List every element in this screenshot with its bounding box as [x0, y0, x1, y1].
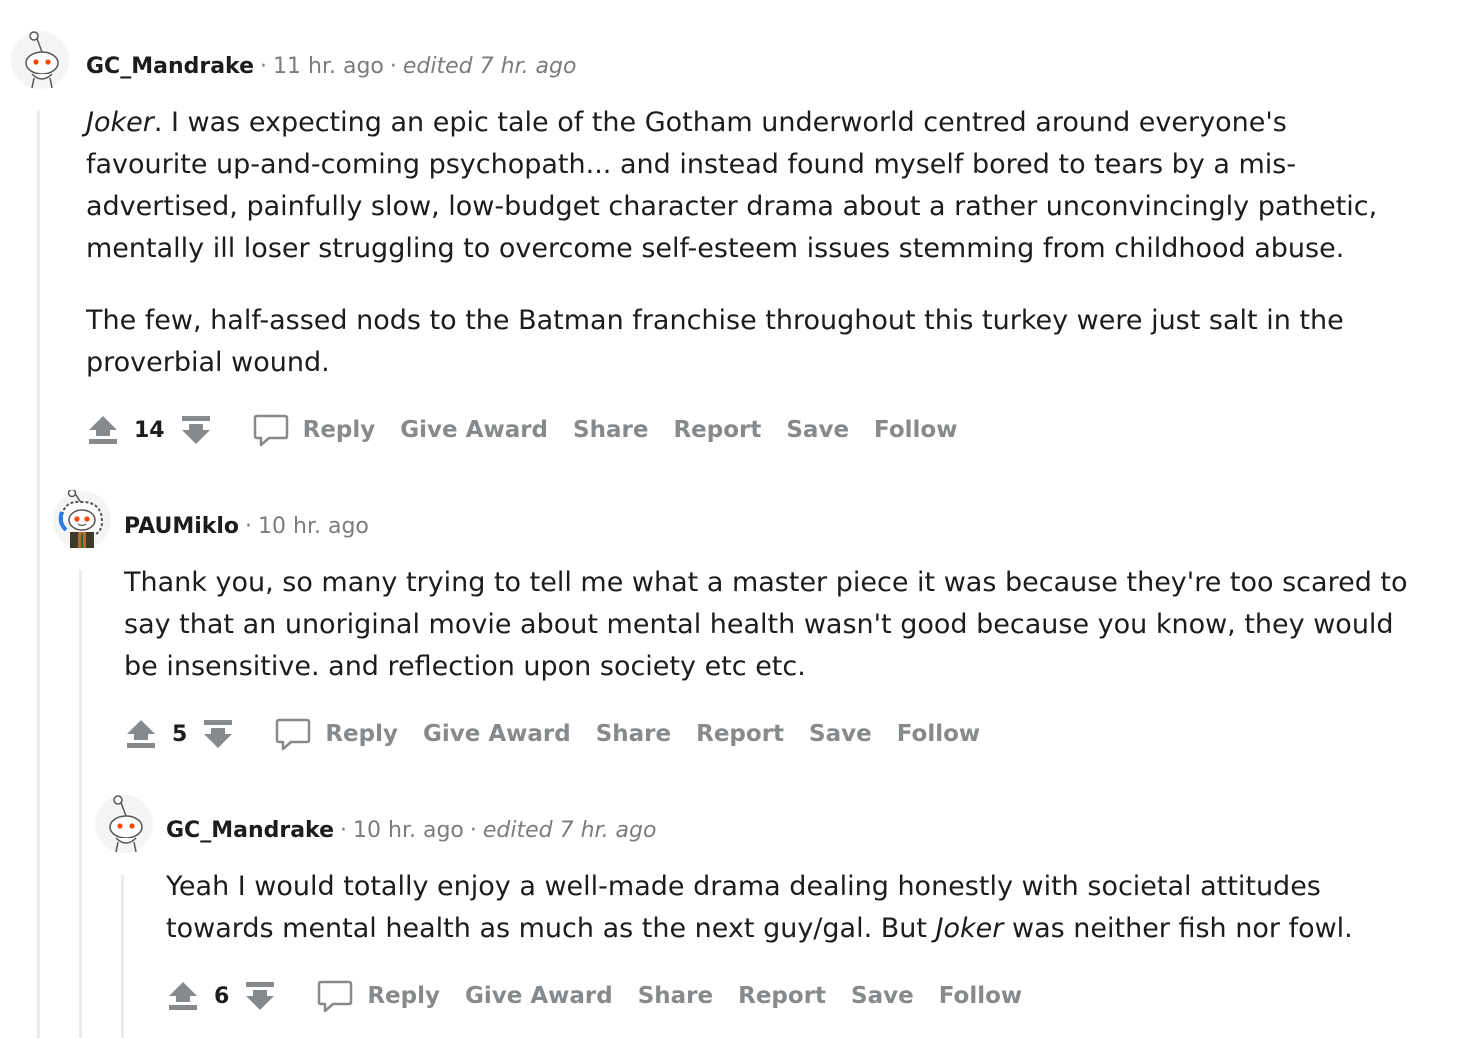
reply-label: Reply [325, 721, 398, 747]
comment-body: Joker. I was expecting an epic tale of t… [86, 102, 1416, 414]
save-button[interactable]: Save [851, 983, 914, 1009]
vote-score: 6 [214, 983, 230, 1009]
vote-control: 6 [166, 979, 277, 1013]
follow-button[interactable]: Follow [939, 983, 1022, 1009]
give-award-button[interactable]: Give Award [400, 417, 548, 443]
reply-label: Reply [367, 983, 440, 1009]
comment-body: Yeah I would totally enjoy a well-made d… [166, 866, 1426, 980]
upvote-arrow-icon[interactable] [86, 413, 120, 447]
comment-meta: GC_Mandrake · 10 hr. ago · edited 7 hr. ago [166, 818, 656, 843]
reply-button[interactable]: Reply [273, 714, 398, 754]
save-button[interactable]: Save [786, 417, 849, 443]
share-button[interactable]: Share [638, 983, 713, 1009]
reply-button[interactable]: Reply [251, 410, 376, 450]
comment-actions: 5 Reply Give Award Share Report Save Fol… [124, 714, 980, 754]
comment-paragraph: The few, half-assed nods to the Batman f… [86, 300, 1416, 384]
upvote-arrow-icon[interactable] [166, 979, 200, 1013]
upvote-arrow-icon[interactable] [124, 717, 158, 751]
comment-paragraph: Joker. I was expecting an epic tale of t… [86, 102, 1416, 270]
thread-line-level-1[interactable] [37, 110, 40, 1038]
vote-score: 14 [134, 417, 165, 443]
save-button[interactable]: Save [809, 721, 872, 747]
comment-meta: GC_Mandrake · 11 hr. ago · edited 7 hr. ago [86, 54, 576, 79]
comment-paragraph: Yeah I would totally enjoy a well-made d… [166, 866, 1426, 950]
comment-actions: 14 Reply Give Award Share Report Save Fo… [86, 410, 957, 450]
vote-control: 5 [124, 717, 235, 751]
separator-dot: · [245, 514, 253, 539]
separator-dot: · [389, 54, 397, 79]
comment-edited-label: edited 7 hr. ago [402, 54, 577, 79]
report-button[interactable]: Report [738, 983, 826, 1009]
speech-bubble-icon [276, 718, 311, 751]
movie-title-emphasis: Joker [86, 107, 154, 138]
comment-author[interactable]: GC_Mandrake [166, 818, 334, 843]
comment-meta: PAUMiklo · 10 hr. ago [124, 514, 369, 539]
comment-timestamp[interactable]: 10 hr. ago [353, 818, 464, 843]
separator-dot: · [469, 818, 477, 843]
snoo-avatar-icon [11, 31, 69, 89]
movie-title-emphasis: Joker [935, 913, 1004, 944]
comment-text: was neither fish nor fowl. [1003, 913, 1353, 944]
downvote-arrow-icon[interactable] [201, 717, 235, 751]
comment-timestamp[interactable]: 11 hr. ago [273, 54, 384, 79]
give-award-button[interactable]: Give Award [465, 983, 613, 1009]
vote-score: 5 [172, 721, 188, 747]
separator-dot: · [260, 54, 268, 79]
report-button[interactable]: Report [696, 721, 784, 747]
follow-button[interactable]: Follow [897, 721, 980, 747]
thread-line-level-2[interactable] [79, 570, 82, 1038]
snoo-avatar-icon [95, 795, 153, 853]
avatar[interactable] [10, 30, 70, 90]
downvote-arrow-icon[interactable] [243, 979, 277, 1013]
separator-dot: · [340, 818, 348, 843]
snoo-avatar-icon [53, 488, 111, 549]
reply-label: Reply [302, 417, 376, 443]
reply-button[interactable]: Reply [315, 976, 440, 1016]
comment-text: The few, half-assed nods to the Batman f… [86, 305, 1344, 378]
thread-line-level-3[interactable] [121, 875, 124, 1038]
comment-paragraph: Thank you, so many trying to tell me wha… [124, 567, 1408, 682]
share-button[interactable]: Share [596, 721, 671, 747]
comment-text: . I was expecting an epic tale of the Go… [86, 107, 1378, 264]
comment-edited-label: edited 7 hr. ago [482, 818, 657, 843]
vote-control: 14 [86, 413, 213, 447]
downvote-arrow-icon[interactable] [179, 413, 213, 447]
comment-author[interactable]: GC_Mandrake [86, 54, 254, 79]
avatar[interactable] [52, 488, 112, 550]
report-button[interactable]: Report [673, 417, 761, 443]
follow-button[interactable]: Follow [874, 417, 957, 443]
speech-bubble-icon [318, 980, 353, 1013]
give-award-button[interactable]: Give Award [423, 721, 571, 747]
comment-author[interactable]: PAUMiklo [124, 514, 239, 539]
comment-timestamp[interactable]: 10 hr. ago [258, 514, 369, 539]
comment-actions: 6 Reply Give Award Share Report Save Fol… [166, 976, 1022, 1016]
share-button[interactable]: Share [573, 417, 648, 443]
speech-bubble-icon [253, 414, 288, 447]
comment-body: Thank you, so many trying to tell me wha… [124, 562, 1424, 718]
avatar[interactable] [94, 794, 154, 854]
